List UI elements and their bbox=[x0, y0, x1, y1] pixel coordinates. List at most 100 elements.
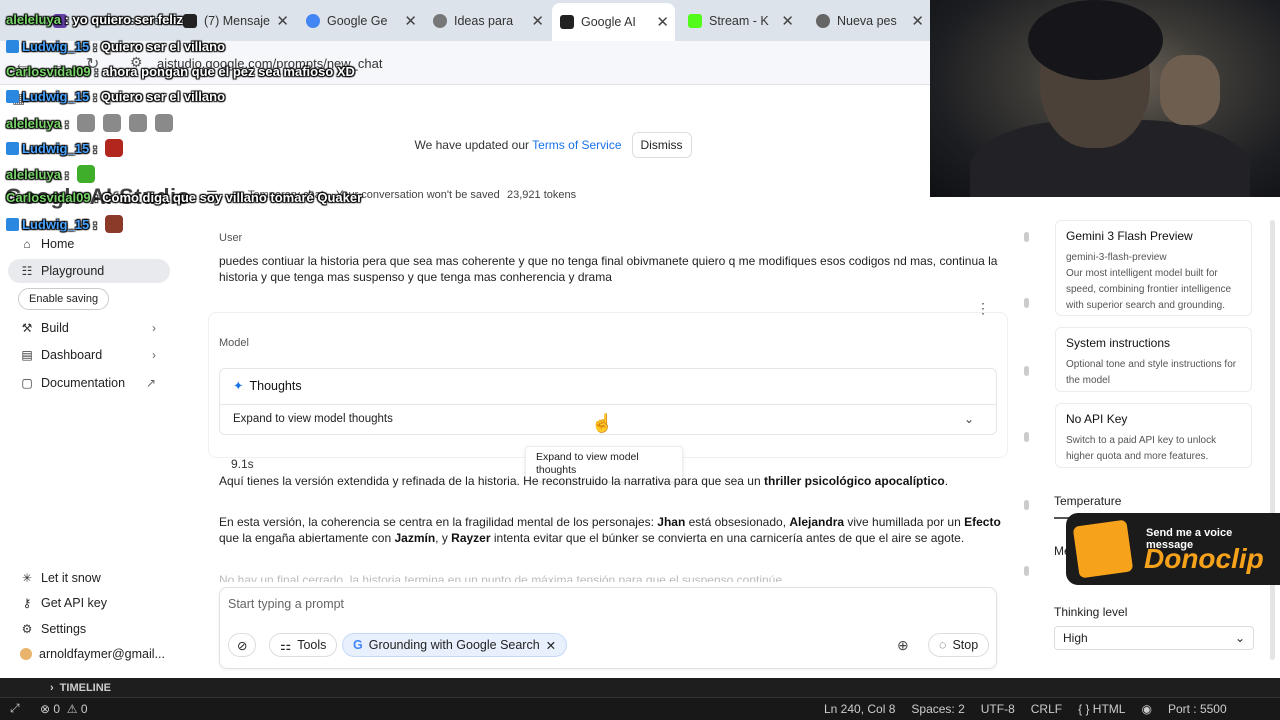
browser-tab-3[interactable]: Google Ge ✕ bbox=[298, 6, 423, 35]
browser-tab-6[interactable]: Stream - K ✕ bbox=[680, 6, 800, 35]
system-instructions-card[interactable]: System instructions Optional tone and st… bbox=[1055, 327, 1252, 392]
api-key-title: No API Key bbox=[1066, 412, 1128, 426]
status-bar: ⤢ ⊗ 0 ⚠ 0 Ln 240, Col 8 Spaces: 2 UTF-8 … bbox=[0, 698, 1280, 720]
book-icon: ▢ bbox=[21, 376, 33, 390]
close-icon[interactable]: ✕ bbox=[276, 12, 289, 30]
language-mode[interactable]: { } HTML bbox=[1078, 702, 1125, 716]
spinner-icon: ◌ bbox=[939, 638, 947, 652]
close-icon[interactable]: ✕ bbox=[531, 12, 544, 30]
scroll-marker[interactable] bbox=[1024, 566, 1029, 576]
browser-tab-5-active[interactable]: Google AI ✕ bbox=[552, 3, 675, 41]
problems-indicator[interactable]: ⊗ 0 ⚠ 0 bbox=[40, 702, 88, 716]
browser-tab-2[interactable]: (7) Mensaje ✕ bbox=[175, 6, 295, 35]
sidebar-item-playground[interactable]: ☷ Playground bbox=[8, 259, 170, 283]
dismiss-button[interactable]: Dismiss bbox=[631, 132, 692, 158]
remote-icon[interactable]: ⤢ bbox=[10, 701, 20, 716]
sidebar-item-home[interactable]: ⌂ Home bbox=[8, 232, 170, 256]
overlay-chat-message: aleleluya : bbox=[6, 114, 173, 132]
close-icon[interactable]: ✕ bbox=[781, 12, 794, 30]
chatgpt-icon bbox=[816, 13, 830, 28]
dashboard-icon: ▤ bbox=[21, 348, 33, 362]
browser-tab-7[interactable]: Nueva pes ✕ bbox=[808, 6, 930, 35]
playground-icon: ☷ bbox=[21, 264, 33, 278]
model-selector-card[interactable]: Gemini 3 Flash Preview gemini-3-flash-pr… bbox=[1055, 220, 1252, 316]
scroll-marker[interactable] bbox=[1024, 298, 1029, 308]
browser-tab-4[interactable]: Ideas para ✕ bbox=[425, 6, 550, 35]
chevron-right-icon: › bbox=[152, 348, 156, 362]
api-key-card[interactable]: No API Key Switch to a paid API key to u… bbox=[1055, 403, 1252, 468]
overlay-chat-message: Ludwig_15 : bbox=[6, 215, 124, 233]
overlay-chat-message: Ludwig_15 : Quiero ser el villano bbox=[6, 89, 225, 104]
response-time: 9.1s bbox=[231, 457, 254, 471]
sidebar-item-build[interactable]: ⚒ Build › bbox=[8, 316, 170, 340]
scroll-marker[interactable] bbox=[1024, 366, 1029, 376]
home-icon: ⌂ bbox=[23, 237, 31, 251]
live-server-icon[interactable]: ◉ bbox=[1141, 702, 1151, 716]
terms-link[interactable]: Terms of Service bbox=[532, 138, 621, 152]
add-icon[interactable]: ⊕ bbox=[897, 637, 909, 654]
ai-studio-icon bbox=[560, 15, 574, 29]
terms-banner: We have updated our Terms of Service Dis… bbox=[176, 131, 930, 159]
remove-chip-icon[interactable]: ✕ bbox=[546, 638, 556, 653]
slash-icon: ⊘ bbox=[237, 638, 248, 653]
api-key-description: Switch to a paid API key to unlock highe… bbox=[1066, 435, 1217, 462]
stop-button[interactable]: ◌ Stop bbox=[928, 633, 990, 657]
close-icon[interactable]: ✕ bbox=[404, 12, 417, 30]
kick-icon bbox=[183, 13, 197, 28]
cursor-position[interactable]: Ln 240, Col 8 bbox=[824, 702, 895, 716]
overlay-chat-message: Ludwig_15 : Quiero ser el villano bbox=[6, 39, 225, 54]
chevron-down-icon[interactable]: ⌄ bbox=[964, 412, 974, 426]
sidebar-item-documentation[interactable]: ▢ Documentation ↗ bbox=[8, 371, 170, 395]
model-reply-paragraph-2: En esta versión, la coherencia se centra… bbox=[219, 515, 1001, 545]
toggle-button[interactable]: ⊘ bbox=[228, 633, 257, 657]
close-icon[interactable]: ✕ bbox=[656, 13, 669, 31]
grounding-chip[interactable]: G Grounding with Google Search ✕ bbox=[342, 633, 568, 657]
model-role-label: Model bbox=[219, 337, 249, 349]
snowflake-icon: ✳ bbox=[21, 571, 33, 585]
encoding[interactable]: UTF-8 bbox=[981, 702, 1015, 716]
donoclip-logo: Donoclip bbox=[1144, 543, 1264, 574]
scroll-marker[interactable] bbox=[1024, 432, 1029, 442]
avatar bbox=[20, 648, 32, 660]
sidebar-item-let-it-snow[interactable]: ✳ Let it snow bbox=[8, 566, 170, 590]
sidebar-item-get-api-key[interactable]: ⚷ Get API key bbox=[8, 591, 170, 615]
cat-emote-icon bbox=[76, 114, 95, 132]
system-instructions-description: Optional tone and style instructions for… bbox=[1066, 359, 1237, 386]
enable-saving-button[interactable]: Enable saving bbox=[18, 288, 110, 310]
external-link-icon: ↗ bbox=[145, 376, 156, 390]
live-server-port[interactable]: Port : 5500 bbox=[1168, 702, 1227, 716]
scroll-marker[interactable] bbox=[1024, 232, 1029, 242]
overlay-chat-message: Carlosvidal09 : Cómo diga que soy villan… bbox=[6, 190, 363, 205]
indentation[interactable]: Spaces: 2 bbox=[911, 702, 964, 716]
panel-scrollbar[interactable] bbox=[1270, 220, 1275, 660]
model-description: Our most intelligent model built for spe… bbox=[1066, 268, 1232, 311]
timeline-panel-header[interactable]: › TIMELINE bbox=[0, 678, 1280, 698]
close-icon[interactable]: ✕ bbox=[911, 12, 924, 30]
cat-emote-icon bbox=[154, 114, 173, 132]
sidebar-item-dashboard[interactable]: ▤ Dashboard › bbox=[8, 343, 170, 367]
cat-emote-icon bbox=[128, 114, 147, 132]
overlay-chat-message: Carlosvidal09 : ahora pongan que el pez … bbox=[6, 64, 355, 79]
expand-thoughts-label[interactable]: Expand to view model thoughts bbox=[233, 413, 393, 425]
donoclip-widget: Send me a voice message Donoclip bbox=[1066, 513, 1280, 585]
scroll-marker[interactable] bbox=[1024, 500, 1029, 510]
google-icon: G bbox=[353, 638, 363, 652]
chatgpt-icon bbox=[433, 13, 447, 28]
account-button[interactable]: arnoldfaymer@gmail... bbox=[8, 642, 170, 666]
overlay-chat-message: Ludwig_15 : bbox=[6, 139, 124, 157]
prompt-input[interactable] bbox=[228, 597, 828, 611]
divider bbox=[219, 404, 997, 405]
cat-emote-icon bbox=[102, 114, 121, 132]
frog-emote-icon bbox=[76, 165, 95, 183]
thinking-level-label: Thinking level bbox=[1054, 605, 1128, 619]
tools-icon: ⚏ bbox=[280, 638, 292, 653]
badge-icon bbox=[6, 142, 19, 155]
thinking-level-select[interactable]: High ⌄ bbox=[1054, 626, 1254, 650]
sidebar-item-settings[interactable]: ⚙ Settings bbox=[8, 617, 170, 641]
key-icon: ⚷ bbox=[22, 596, 32, 610]
overlay-chat-message: aleleluya : yo quiero ser feliz bbox=[6, 12, 184, 27]
line-ending[interactable]: CRLF bbox=[1031, 702, 1062, 716]
tools-button[interactable]: ⚏ Tools bbox=[269, 633, 338, 657]
demon-emote-icon bbox=[105, 139, 124, 157]
temperature-label: Temperature bbox=[1054, 494, 1122, 508]
